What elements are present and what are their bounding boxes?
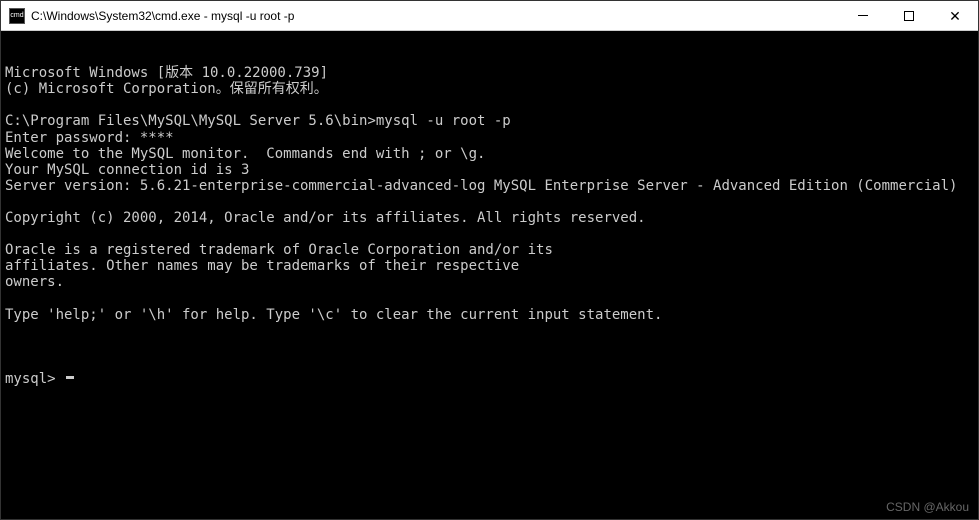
terminal-line — [5, 97, 974, 113]
terminal-output[interactable]: Microsoft Windows [版本 10.0.22000.739](c)… — [1, 31, 978, 519]
maximize-button[interactable] — [886, 1, 932, 30]
terminal-line: Enter password: **** — [5, 130, 974, 146]
minimize-icon — [858, 15, 868, 16]
watermark: CSDN @Akkou — [886, 500, 969, 514]
terminal-line: Microsoft Windows [版本 10.0.22000.739] — [5, 65, 974, 81]
minimize-button[interactable] — [840, 1, 886, 30]
terminal-line — [5, 226, 974, 242]
terminal-line — [5, 194, 974, 210]
prompt-line: mysql> — [5, 371, 974, 387]
close-icon: ✕ — [949, 9, 961, 23]
terminal-line: Server version: 5.6.21-enterprise-commer… — [5, 178, 974, 194]
terminal-line: C:\Program Files\MySQL\MySQL Server 5.6\… — [5, 113, 974, 129]
maximize-icon — [904, 11, 914, 21]
terminal-lines: Microsoft Windows [版本 10.0.22000.739](c)… — [5, 65, 974, 339]
window-controls: ✕ — [840, 1, 978, 30]
terminal-line: affiliates. Other names may be trademark… — [5, 258, 974, 274]
terminal-line: Copyright (c) 2000, 2014, Oracle and/or … — [5, 210, 974, 226]
terminal-line: Your MySQL connection id is 3 — [5, 162, 974, 178]
terminal-line: (c) Microsoft Corporation。保留所有权利。 — [5, 81, 974, 97]
close-button[interactable]: ✕ — [932, 1, 978, 30]
terminal-line — [5, 323, 974, 339]
terminal-line: owners. — [5, 274, 974, 290]
cmd-icon: cmd — [9, 8, 25, 24]
cmd-icon-label: cmd — [10, 12, 23, 19]
terminal-line: Welcome to the MySQL monitor. Commands e… — [5, 146, 974, 162]
mysql-prompt: mysql> — [5, 371, 64, 387]
terminal-line: Type 'help;' or '\h' for help. Type '\c'… — [5, 307, 974, 323]
window-title: C:\Windows\System32\cmd.exe - mysql -u r… — [31, 9, 840, 23]
titlebar[interactable]: cmd C:\Windows\System32\cmd.exe - mysql … — [1, 1, 978, 31]
cursor — [66, 376, 74, 379]
terminal-line: Oracle is a registered trademark of Orac… — [5, 242, 974, 258]
cmd-window: cmd C:\Windows\System32\cmd.exe - mysql … — [0, 0, 979, 520]
terminal-line — [5, 291, 974, 307]
